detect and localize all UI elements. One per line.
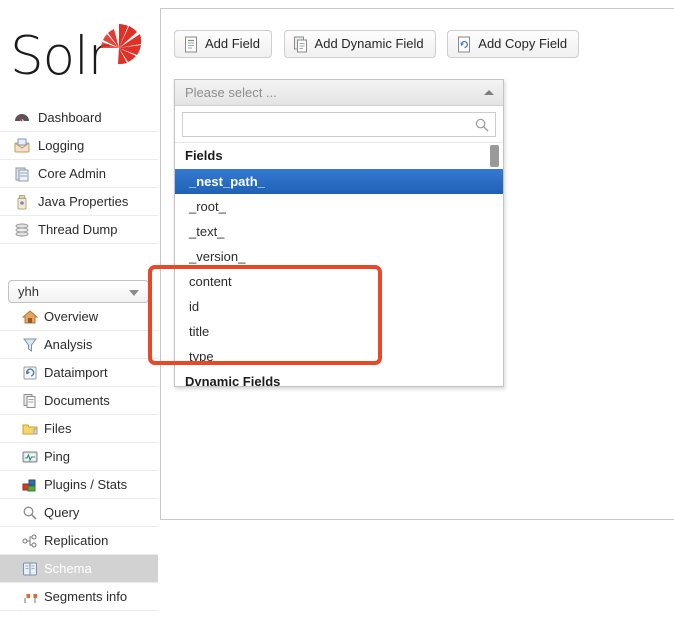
- core-navigation: Overview Analysis Dataimport Documents: [0, 303, 158, 611]
- option-nest-path[interactable]: _nest_path_: [175, 169, 503, 194]
- sidebar-item-label: Core Admin: [38, 166, 106, 181]
- add-field-label: Add Field: [205, 36, 260, 51]
- sidebar-item-label: Dataimport: [44, 365, 108, 380]
- add-dynamic-field-label: Add Dynamic Field: [315, 36, 424, 51]
- sidebar-item-java-properties[interactable]: Java Properties: [0, 188, 158, 216]
- schema-content-panel: Add Field Add Dynamic Field Add Copy Fie…: [160, 8, 674, 520]
- schema-toolbar: Add Field Add Dynamic Field Add Copy Fie…: [174, 30, 587, 58]
- sidebar-item-label: Query: [44, 505, 79, 520]
- overview-home-icon: [22, 309, 38, 325]
- sidebar-item-label: Logging: [38, 138, 84, 153]
- sidebar-item-replication[interactable]: Replication: [0, 527, 158, 555]
- option-type[interactable]: type: [175, 344, 503, 369]
- sidebar-item-label: Documents: [44, 393, 110, 408]
- global-navigation: Dashboard Logging Core Admin: [0, 104, 158, 244]
- plugins-blocks-icon: [22, 477, 38, 493]
- dropdown-scrollbar[interactable]: [492, 143, 501, 386]
- sidebar-item-segments-info[interactable]: Segments info: [0, 583, 158, 611]
- thread-dump-icon: [14, 222, 30, 238]
- option-root[interactable]: _root_: [175, 194, 503, 219]
- sidebar-item-core-admin[interactable]: Core Admin: [0, 160, 158, 188]
- vertical-scrollbar-thumb[interactable]: [490, 145, 499, 167]
- schema-book-icon: [22, 561, 38, 577]
- option-text[interactable]: _text_: [175, 219, 503, 244]
- sidebar-item-label: Thread Dump: [38, 222, 117, 237]
- sidebar-item-logging[interactable]: Logging: [0, 132, 158, 160]
- segments-info-icon: [22, 589, 38, 605]
- add-dynamic-field-button[interactable]: Add Dynamic Field: [284, 30, 436, 58]
- dropdown-search-container: [175, 106, 503, 142]
- option-content[interactable]: content: [175, 269, 503, 294]
- search-input[interactable]: [182, 112, 496, 137]
- ping-monitor-icon: [22, 449, 38, 465]
- dashboard-icon: [14, 110, 30, 126]
- add-copy-field-icon: [456, 36, 472, 53]
- logo-text: Solr: [10, 30, 109, 83]
- add-field-button[interactable]: Add Field: [174, 30, 272, 58]
- sidebar: Solr Dashboard: [0, 0, 158, 623]
- option-title[interactable]: title: [175, 319, 503, 344]
- chevron-up-icon: [484, 90, 494, 95]
- dataimport-icon: [22, 365, 38, 381]
- sidebar-item-ping[interactable]: Ping: [0, 443, 158, 471]
- sidebar-item-label: Plugins / Stats: [44, 477, 127, 492]
- sidebar-item-label: Overview: [44, 309, 98, 324]
- java-properties-icon: [14, 194, 30, 210]
- sidebar-item-documents[interactable]: Documents: [0, 387, 158, 415]
- query-magnifier-icon: [22, 505, 38, 521]
- sidebar-item-query[interactable]: Query: [0, 499, 158, 527]
- core-selector-value: yhh: [18, 284, 39, 299]
- sidebar-item-plugins-stats[interactable]: Plugins / Stats: [0, 471, 158, 499]
- logging-icon: [14, 138, 30, 154]
- sidebar-item-label: Ping: [44, 449, 70, 464]
- chevron-down-icon: [129, 290, 139, 296]
- sidebar-item-label: Java Properties: [38, 194, 128, 209]
- core-admin-icon: [14, 166, 30, 182]
- sidebar-item-overview[interactable]: Overview: [0, 303, 158, 331]
- sidebar-item-label: Schema: [44, 561, 92, 576]
- sidebar-item-label: Replication: [44, 533, 108, 548]
- sidebar-item-dashboard[interactable]: Dashboard: [0, 104, 158, 132]
- sidebar-item-files[interactable]: Files: [0, 415, 158, 443]
- documents-icon: [22, 393, 38, 409]
- sidebar-item-label: Files: [44, 421, 71, 436]
- add-dynamic-field-icon: [293, 36, 309, 53]
- add-field-icon: [183, 36, 199, 53]
- dropdown-option-list[interactable]: Fields _nest_path_ _root_ _text_ _versio…: [175, 142, 503, 386]
- sidebar-item-label: Segments info: [44, 589, 127, 604]
- core-selector-dropdown[interactable]: yhh: [8, 280, 149, 303]
- analysis-funnel-icon: [22, 337, 38, 353]
- solr-sunburst-logo-icon: [96, 22, 144, 70]
- sidebar-item-schema[interactable]: Schema: [0, 555, 158, 583]
- sidebar-item-analysis[interactable]: Analysis: [0, 331, 158, 359]
- add-copy-field-label: Add Copy Field: [478, 36, 567, 51]
- dropdown-toggle[interactable]: Please select ...: [175, 80, 503, 106]
- field-selector-dropdown: Please select ... Fields _nest_path_ _ro…: [174, 79, 504, 387]
- add-copy-field-button[interactable]: Add Copy Field: [447, 30, 579, 58]
- sidebar-item-thread-dump[interactable]: Thread Dump: [0, 216, 158, 244]
- solr-logo[interactable]: Solr: [8, 8, 153, 100]
- sidebar-item-label: Dashboard: [38, 110, 102, 125]
- option-group-fields: Fields: [175, 143, 503, 169]
- sidebar-item-label: Analysis: [44, 337, 92, 352]
- option-version[interactable]: _version_: [175, 244, 503, 269]
- option-id[interactable]: id: [175, 294, 503, 319]
- option-group-dynamic-fields: Dynamic Fields: [175, 369, 503, 386]
- replication-icon: [22, 533, 38, 549]
- files-folder-icon: [22, 421, 38, 437]
- sidebar-item-dataimport[interactable]: Dataimport: [0, 359, 158, 387]
- dropdown-placeholder: Please select ...: [185, 85, 277, 100]
